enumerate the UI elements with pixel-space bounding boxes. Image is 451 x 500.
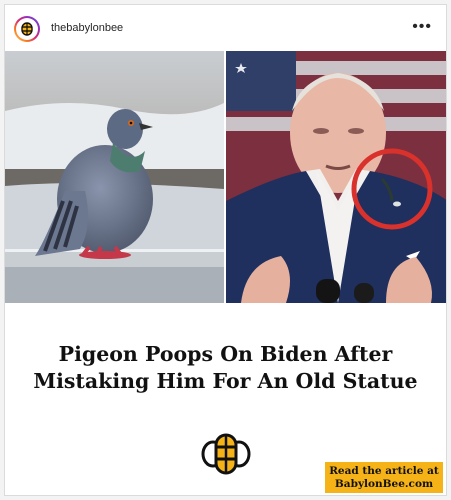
- instagram-post: thebabylonbee ••• Pigeon Poops On Biden …: [4, 4, 447, 496]
- speaker-photo: [226, 51, 446, 303]
- profile-avatar[interactable]: [14, 16, 40, 42]
- read-article-banner[interactable]: Read the article at BabylonBee.com: [325, 462, 443, 493]
- cta-line-2: BabylonBee.com: [334, 478, 434, 490]
- more-options-icon[interactable]: •••: [412, 17, 432, 37]
- cta-line-1: Read the article at: [329, 465, 439, 477]
- headline-line-2: Mistaking Him For An Old Statue: [33, 369, 418, 393]
- post-image: [5, 51, 446, 303]
- babylon-bee-logo: [201, 432, 251, 481]
- avatar-inner: [16, 18, 38, 40]
- headline: Pigeon Poops On Biden After Mistaking Hi…: [5, 341, 446, 395]
- username-link[interactable]: thebabylonbee: [51, 22, 123, 34]
- pigeon-photo: [5, 51, 224, 303]
- post-header: thebabylonbee •••: [5, 5, 446, 51]
- headline-line-1: Pigeon Poops On Biden After: [58, 342, 393, 366]
- bee-avatar-icon: [21, 22, 33, 36]
